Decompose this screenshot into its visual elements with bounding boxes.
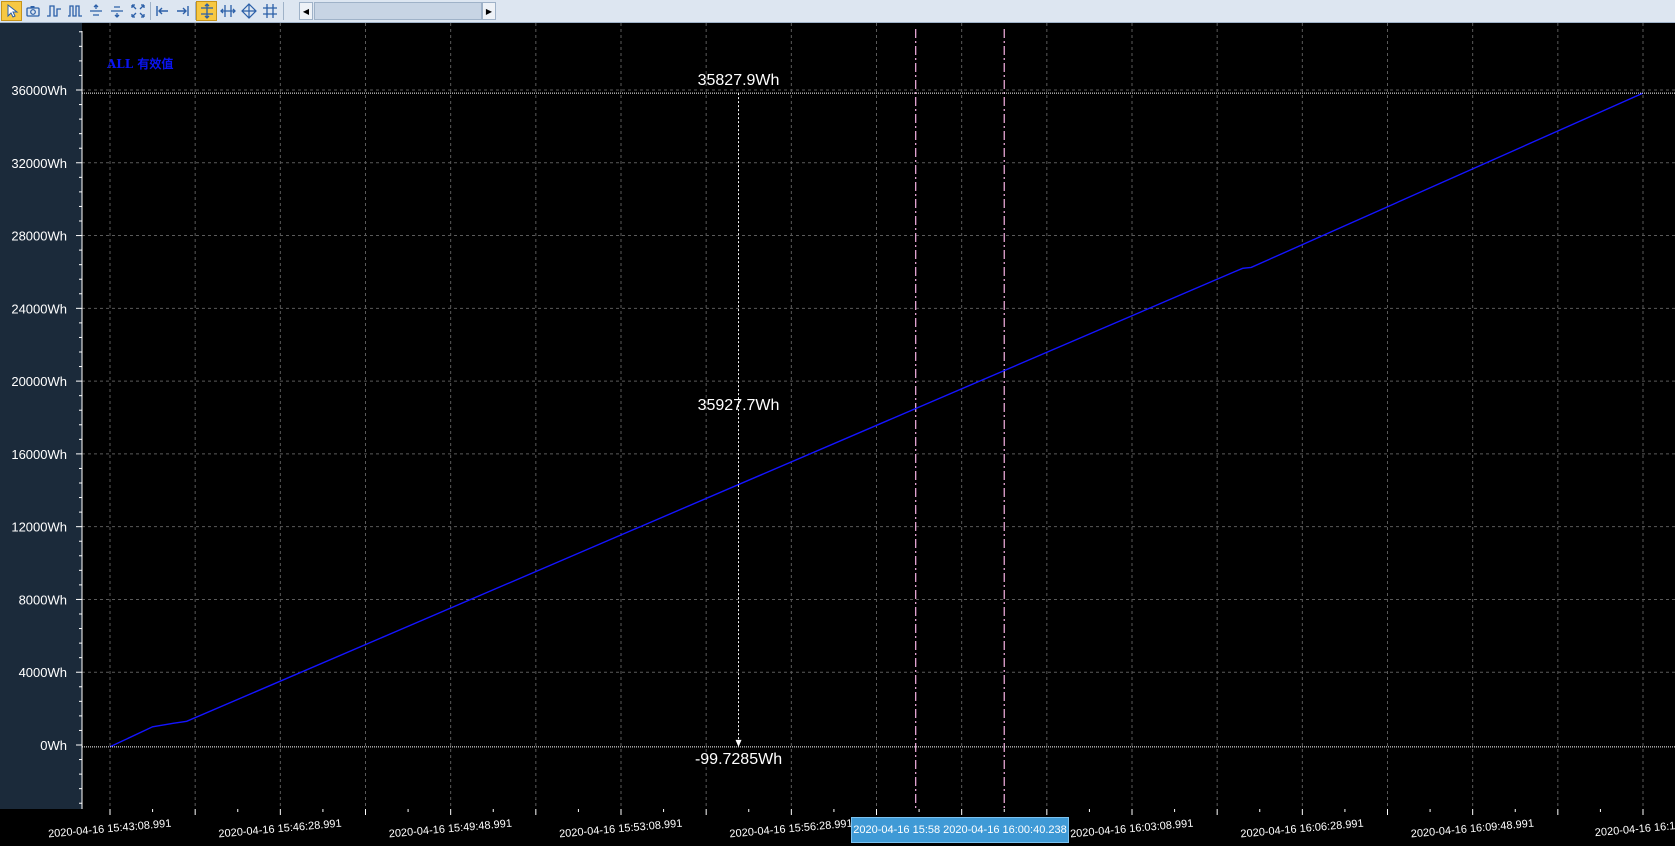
y-tick-label: 8000Wh (19, 592, 67, 607)
x-tick-label: 2020-04-16 15:56:28.991 (729, 818, 853, 841)
x-tick-label: 2020-04-16 15:46:28.991 (218, 818, 342, 841)
line-chart[interactable]: 0Wh 4000Wh 8000Wh 12000Wh 16000Wh 20000Wh 2400… (0, 0, 1675, 846)
time-markers (915, 29, 1005, 809)
grid (82, 23, 1675, 809)
x-tick-label: 2020-04-16 16:06:28.991 (1240, 818, 1364, 841)
x-tick-label: 2020-04-16 15:53:08.991 (559, 818, 683, 841)
y-tick-label: 4000Wh (19, 665, 67, 680)
measurement-bottom-value: -99.7285Wh (695, 751, 782, 768)
y-tick-label: 28000Wh (11, 229, 67, 244)
x-tick-label: 2020-04-16 16:13:0 (1594, 819, 1675, 839)
measure-arrow-head (735, 739, 742, 747)
axes: 0Wh 4000Wh 8000Wh 12000Wh 16000Wh 20000Wh 2400… (11, 31, 1675, 840)
y-tick-label: 12000Wh (11, 520, 67, 535)
measurement-cursor[interactable] (82, 92, 1675, 748)
x-tick-label: 2020-04-16 16:03:08.991 (1070, 818, 1194, 841)
x-tick-label: 2020-04-16 15:49:48.991 (388, 818, 512, 841)
y-tick-label: 36000Wh (11, 83, 67, 98)
y-tick-label: 20000Wh (11, 374, 67, 389)
y-tick-label: 0Wh (40, 738, 67, 753)
y-tick-label: 16000Wh (11, 447, 67, 462)
x-tick-label: 2020-04-16 16:09:48.991 (1410, 818, 1534, 841)
x-tick-label: 2020-04-16 15:43:08.991 (48, 818, 172, 841)
marker-time-label[interactable]: 2020-04-16 15:58 2020-04-16 16:00:40.238 (851, 817, 1069, 843)
y-tick-label: 32000Wh (11, 156, 67, 171)
y-tick-label: 24000Wh (11, 301, 67, 316)
legend-label: ALL 有效值 (106, 56, 173, 71)
measurement-top-value: 35827.9Wh (698, 72, 780, 89)
measurement-delta-value: 35927.7Wh (698, 397, 780, 414)
